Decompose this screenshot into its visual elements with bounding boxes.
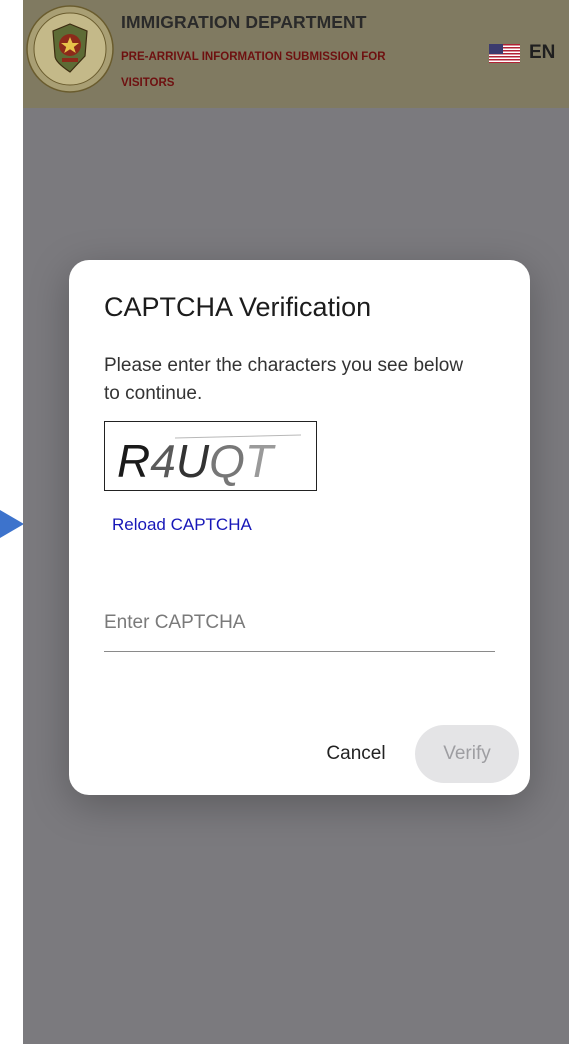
- captcha-char: R: [117, 435, 150, 487]
- captcha-image: R4UQT: [104, 421, 317, 491]
- app-screen: IMMIGRATION DEPARTMENT PRE-ARRIVAL INFOR…: [23, 0, 569, 1044]
- app-header: IMMIGRATION DEPARTMENT PRE-ARRIVAL INFOR…: [23, 0, 569, 108]
- language-selector[interactable]: EN: [489, 42, 555, 64]
- dialog-title: CAPTCHA Verification: [104, 292, 372, 322]
- cancel-button[interactable]: Cancel: [311, 726, 401, 782]
- captcha-input[interactable]: [104, 595, 495, 652]
- dialog-message: Please enter the characters you see belo…: [104, 355, 464, 404]
- captcha-char: 4: [150, 435, 176, 487]
- reload-captcha-link[interactable]: Reload CAPTCHA: [112, 515, 252, 535]
- captcha-graphic: R4UQT: [117, 434, 302, 487]
- us-flag-icon: [489, 43, 520, 63]
- immigration-emblem-logo: [26, 5, 114, 93]
- language-label: EN: [529, 42, 556, 63]
- verify-button[interactable]: Verify: [415, 725, 519, 783]
- captcha-char: U: [176, 435, 210, 487]
- captcha-dialog: CAPTCHA Verification Please enter the ch…: [69, 260, 530, 795]
- captcha-char: T: [245, 435, 276, 487]
- captcha-text: R4UQT: [117, 435, 276, 487]
- pointer-arrow-icon: [0, 510, 24, 538]
- department-subtitle: PRE-ARRIVAL INFORMATION SUBMISSION FOR V…: [121, 51, 386, 89]
- captcha-char: Q: [209, 435, 245, 487]
- department-title: IMMIGRATION DEPARTMENT: [121, 12, 367, 32]
